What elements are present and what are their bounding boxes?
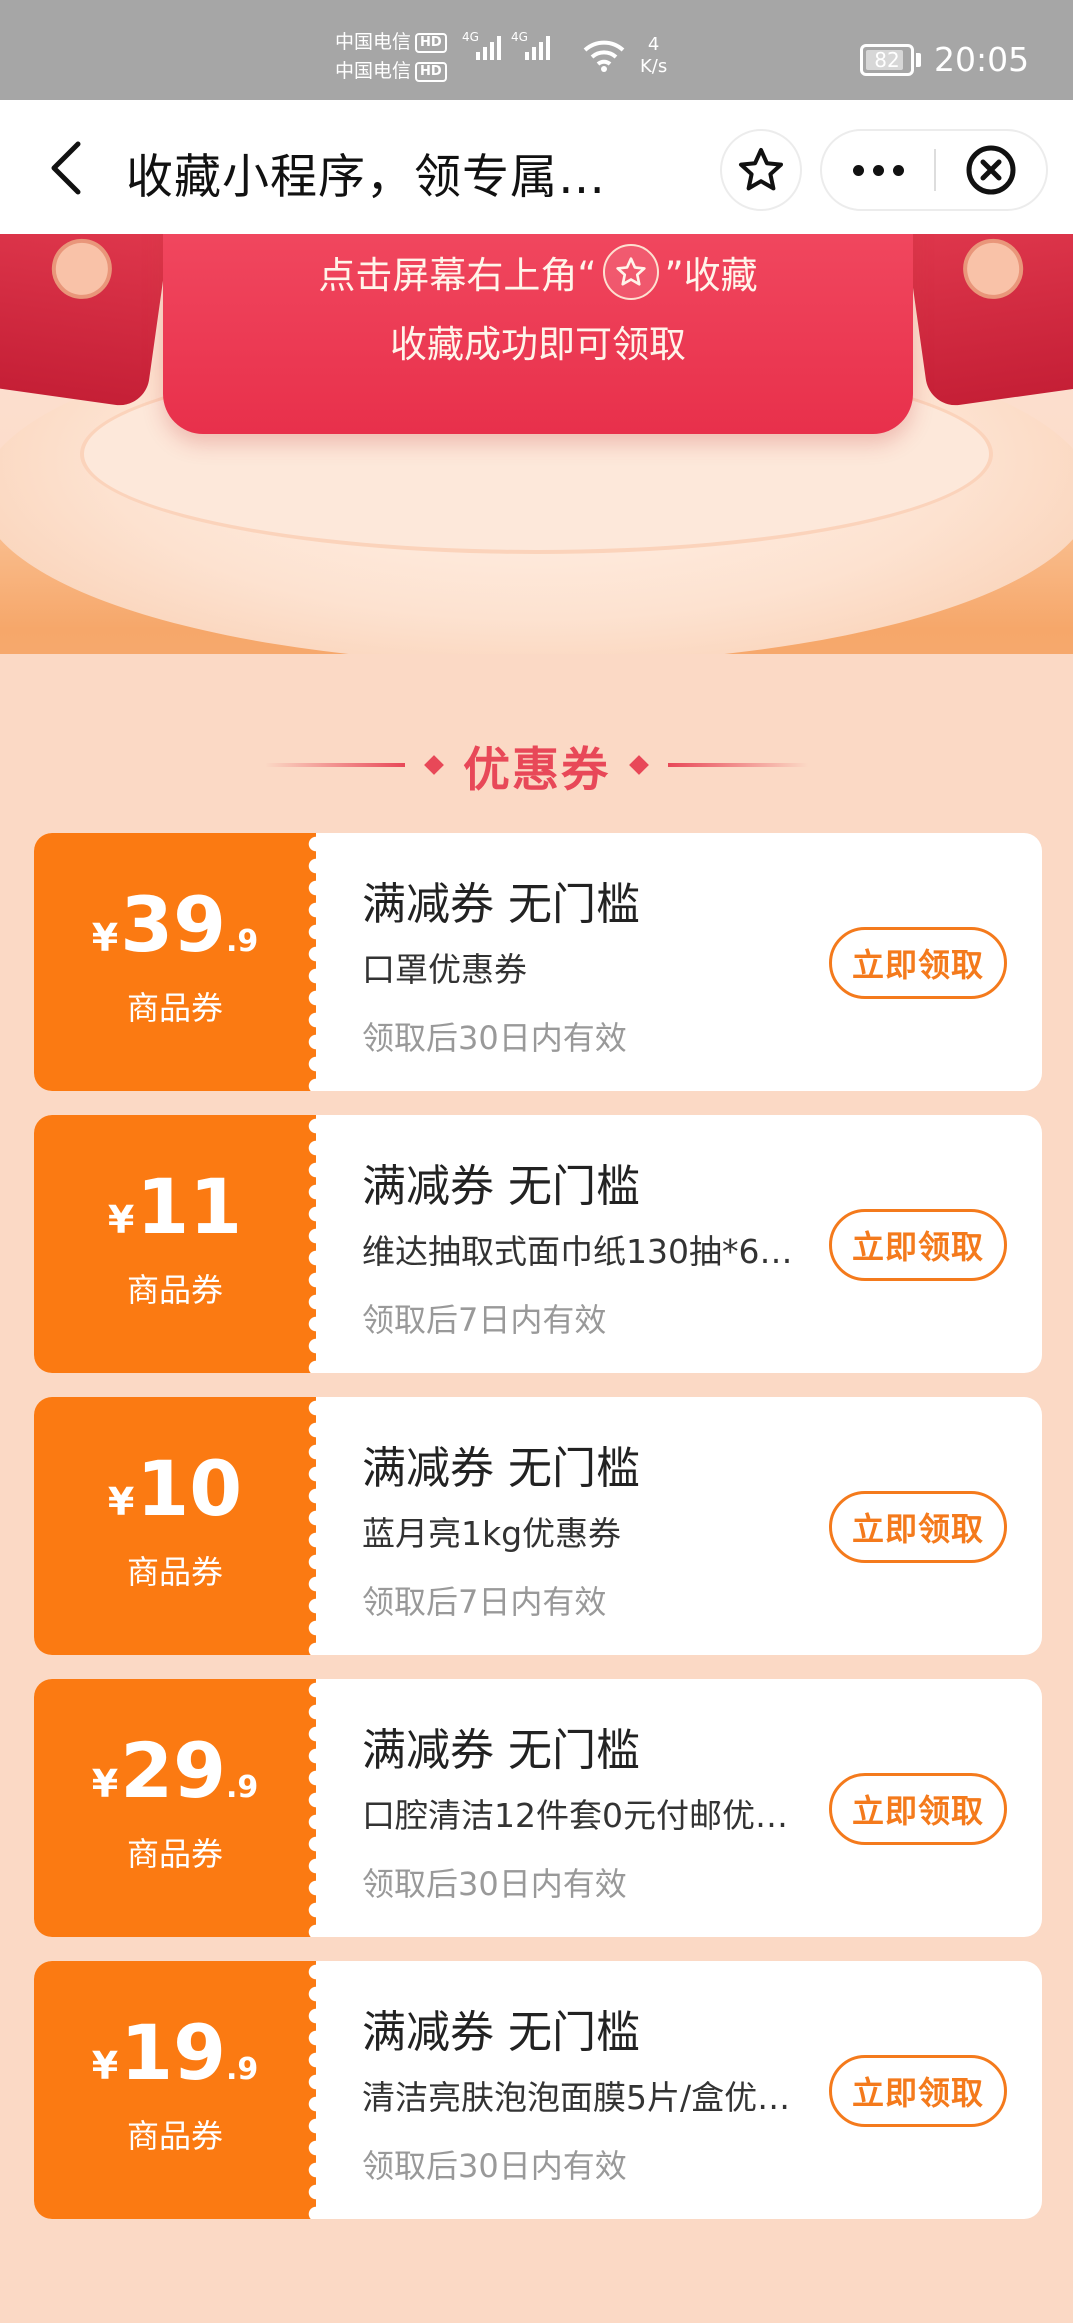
coupon-card: ¥ 11 商品券 满减券 无门槛 维达抽取式面巾纸130抽*6… 领取后7日内有… xyxy=(34,1115,1042,1373)
clock: 20:05 xyxy=(934,40,1030,79)
coupon-title: 满减券 无门槛 xyxy=(362,1161,640,1212)
hd-badge-2: HD xyxy=(415,61,447,82)
coupon-value-stub: ¥ 19 .9 商品券 xyxy=(34,1961,327,2219)
coupon-title: 满减券 无门槛 xyxy=(362,1725,640,1776)
price-integer: 19 xyxy=(120,2008,226,2097)
diamond-icon xyxy=(424,755,444,775)
red-envelope-left xyxy=(0,234,173,410)
coupon-validity: 领取后30日内有效 xyxy=(362,1865,627,1903)
star-icon xyxy=(739,148,783,191)
hero-instruction-line2: 收藏成功即可领取 xyxy=(390,323,686,366)
signal-icon-2: 4G xyxy=(511,30,550,60)
price-integer: 10 xyxy=(136,1444,243,1533)
coupon-price: ¥ 29 .9 xyxy=(34,1731,316,1811)
coupon-validity: 领取后7日内有效 xyxy=(362,1583,607,1621)
coupon-description: 口罩优惠券 xyxy=(362,950,527,989)
section-title: 优惠券 xyxy=(463,742,610,798)
signal-group: 4G 4G xyxy=(462,30,550,60)
coupon-card: ¥ 29 .9 商品券 满减券 无门槛 口腔清洁12件套0元付邮优… 领取后30… xyxy=(34,1679,1042,1937)
favorite-star-button[interactable] xyxy=(720,129,802,211)
coupon-value-stub: ¥ 39 .9 商品券 xyxy=(34,833,327,1091)
hero-instruction-line1: 点击屏幕右上角“ ”收藏 xyxy=(163,244,913,300)
coupon-validity: 领取后30日内有效 xyxy=(362,2147,627,2185)
price-integer: 39 xyxy=(120,880,226,969)
diamond-icon xyxy=(629,755,649,775)
hero-instruction-card: 点击屏幕右上角“ ”收藏 收藏成功即可领取 xyxy=(163,234,913,434)
carrier-2: 中国电信 xyxy=(335,60,412,82)
price-decimal: .9 xyxy=(225,2052,259,2087)
speed-unit: K/s xyxy=(640,56,668,77)
coupon-description: 口腔清洁12件套0元付邮优… xyxy=(362,1796,788,1835)
title-decoration-left xyxy=(265,763,405,767)
back-arrow-icon[interactable] xyxy=(40,138,90,198)
coupon-price: ¥ 19 .9 xyxy=(34,2013,316,2093)
hd-badge-1: HD xyxy=(415,32,447,53)
coupon-type: 商品券 xyxy=(126,989,223,1027)
battery-icon: 82 xyxy=(860,44,914,76)
close-circle-icon[interactable] xyxy=(936,144,1046,196)
carrier-info: 中国电信 HD 中国电信 HD xyxy=(335,28,447,86)
star-badge-icon xyxy=(602,244,659,300)
hero-text-before: 点击屏幕右上角“ xyxy=(318,254,597,297)
coupon-type: 商品券 xyxy=(126,2117,223,2155)
page-title: 收藏小程序，领专属… xyxy=(126,150,606,205)
coupon-type: 商品券 xyxy=(126,1835,223,1873)
coupon-card: ¥ 19 .9 商品券 满减券 无门槛 清洁亮肤泡泡面膜5片/盒优… 领取后30… xyxy=(34,1961,1042,2219)
coupon-validity: 领取后30日内有效 xyxy=(362,1019,627,1057)
hero-text-after: ”收藏 xyxy=(664,254,758,297)
network-type-1: 4G xyxy=(462,30,479,44)
section-header: 优惠券 xyxy=(0,735,1073,798)
coupon-type: 商品券 xyxy=(126,1553,223,1591)
coupon-type: 商品券 xyxy=(126,1271,223,1309)
network-type-2: 4G xyxy=(511,30,528,44)
claim-button[interactable]: 立即领取 xyxy=(829,1209,1007,1281)
more-icon[interactable] xyxy=(822,131,934,209)
price-decimal: .9 xyxy=(225,1770,259,1805)
claim-button[interactable]: 立即领取 xyxy=(829,1491,1007,1563)
coupon-list: ¥ 39 .9 商品券 满减券 无门槛 口罩优惠券 领取后30日内有效 立即领取… xyxy=(34,833,1042,2243)
coupon-price: ¥ 11 xyxy=(34,1167,316,1247)
coupon-value-stub: ¥ 29 .9 商品券 xyxy=(34,1679,327,1937)
currency-symbol: ¥ xyxy=(107,1198,135,1242)
signal-icon-1: 4G xyxy=(462,30,501,60)
price-integer: 11 xyxy=(136,1162,243,1251)
coupon-price: ¥ 39 .9 xyxy=(34,885,316,965)
coupon-validity: 领取后7日内有效 xyxy=(362,1301,607,1339)
carrier-1: 中国电信 xyxy=(335,31,412,53)
currency-symbol: ¥ xyxy=(91,2044,119,2088)
net-speed: 4 K/s xyxy=(640,34,667,78)
coupon-title: 满减券 无门槛 xyxy=(362,1443,640,1494)
coupon-title: 满减券 无门槛 xyxy=(362,2007,640,2058)
red-envelope-right xyxy=(902,234,1073,410)
coupon-value-stub: ¥ 11 商品券 xyxy=(34,1115,327,1373)
mini-program-capsule xyxy=(820,129,1048,211)
nav-bar: 收藏小程序，领专属… xyxy=(0,100,1073,234)
coupon-price: ¥ 10 xyxy=(34,1449,316,1529)
status-bar: 中国电信 HD 中国电信 HD 4G 4G 4 K/s 82 20:05 xyxy=(0,0,1073,100)
battery-level: 82 xyxy=(874,48,900,72)
title-decoration-right xyxy=(668,763,808,767)
coupon-description: 蓝月亮1kg优惠券 xyxy=(362,1514,622,1553)
price-decimal: .9 xyxy=(225,924,259,959)
currency-symbol: ¥ xyxy=(91,1762,119,1806)
hero-banner: 点击屏幕右上角“ ”收藏 收藏成功即可领取 xyxy=(0,234,1073,654)
claim-button[interactable]: 立即领取 xyxy=(829,927,1007,999)
currency-symbol: ¥ xyxy=(91,916,119,960)
coupon-card: ¥ 10 商品券 满减券 无门槛 蓝月亮1kg优惠券 领取后7日内有效 立即领取 xyxy=(34,1397,1042,1655)
coupon-title: 满减券 无门槛 xyxy=(362,879,640,930)
currency-symbol: ¥ xyxy=(107,1480,135,1524)
price-integer: 29 xyxy=(120,1726,226,1815)
coupon-description: 清洁亮肤泡泡面膜5片/盒优… xyxy=(362,2078,791,2117)
claim-button[interactable]: 立即领取 xyxy=(829,2055,1007,2127)
claim-button[interactable]: 立即领取 xyxy=(829,1773,1007,1845)
wifi-icon xyxy=(582,38,626,76)
coupon-card: ¥ 39 .9 商品券 满减券 无门槛 口罩优惠券 领取后30日内有效 立即领取 xyxy=(34,833,1042,1091)
coupon-description: 维达抽取式面巾纸130抽*6… xyxy=(362,1232,793,1271)
coupon-value-stub: ¥ 10 商品券 xyxy=(34,1397,327,1655)
speed-value: 4 xyxy=(647,34,660,55)
